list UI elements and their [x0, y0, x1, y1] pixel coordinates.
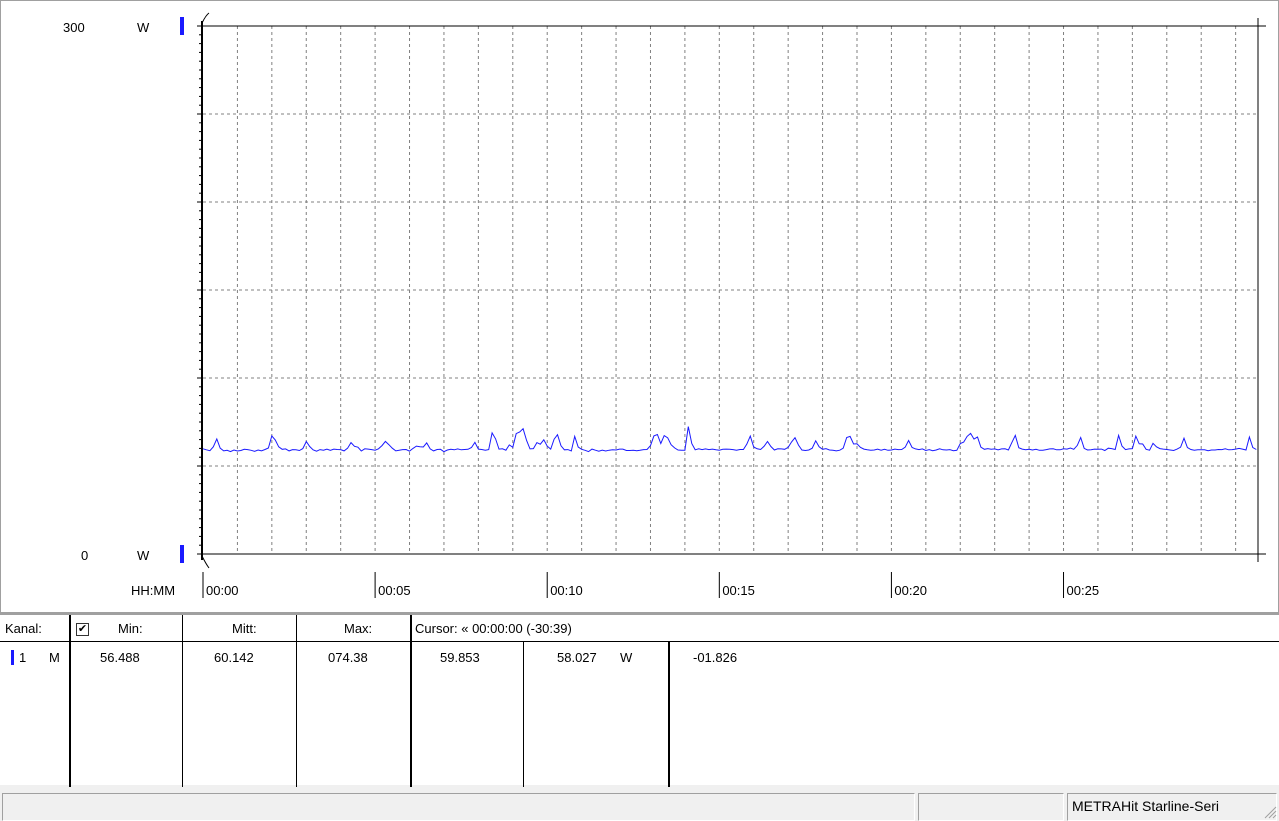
- y-axis-top-curl: [201, 12, 210, 24]
- chart-grid: [203, 26, 1258, 554]
- col-divider: [296, 615, 297, 787]
- resize-grip-icon[interactable]: [1263, 805, 1277, 819]
- channel-color-marker: [11, 650, 14, 665]
- statistics-table: Kanal: ✔ Min: Mitt: Max: Cursor: « 00:00…: [0, 613, 1279, 787]
- col-divider: [69, 615, 71, 787]
- row-cursor-b-value: 58.027: [557, 650, 597, 665]
- status-bar: METRAHit Starline-Seri: [0, 793, 1279, 821]
- chart-area[interactable]: 300 W 0 W HH:MM 00:00 00:05 00:10 00:15 00:2…: [0, 0, 1279, 613]
- col-divider: [182, 615, 183, 787]
- status-panel-main: [2, 793, 915, 821]
- col-divider: [410, 615, 412, 787]
- row-channel[interactable]: 1: [19, 650, 26, 665]
- col-divider: [668, 642, 670, 787]
- device-name: METRAHit Starline-Seri: [1072, 798, 1220, 814]
- y-min-channel-marker[interactable]: [180, 545, 184, 563]
- x-tick-label: 00:15: [722, 583, 755, 598]
- chart-axes: [197, 12, 1266, 598]
- col-divider: [523, 642, 524, 787]
- chart-labels: 300 W 0 W HH:MM 00:00 00:05 00:10 00:15 00:2…: [63, 17, 1099, 598]
- y-max-label: 300: [63, 20, 85, 35]
- power-chart[interactable]: 300 W 0 W HH:MM 00:00 00:05 00:10 00:15 00:2…: [1, 1, 1279, 614]
- row-mitt-value: 60.142: [214, 650, 254, 665]
- row-delta-value: -01.826: [693, 650, 738, 665]
- y-min-unit: W: [137, 548, 150, 563]
- y-axis-bottom-curl: [201, 555, 210, 569]
- y-min-label: 0: [81, 548, 88, 563]
- x-tick-label: 00:10: [550, 583, 583, 598]
- row-max-value: 074.38: [328, 650, 368, 665]
- row-min-value: 56.488: [100, 650, 140, 665]
- row-mode: M: [49, 650, 60, 665]
- x-tick-label: 00:25: [1067, 583, 1100, 598]
- table-header-row: Kanal: ✔ Min: Mitt: Max: Cursor: « 00:00…: [0, 615, 1279, 642]
- header-kanal: Kanal:: [5, 621, 42, 636]
- x-axis-label: HH:MM: [131, 583, 175, 598]
- x-tick-label: 00:05: [378, 583, 411, 598]
- header-mitt: Mitt:: [232, 621, 257, 636]
- header-max: Max:: [344, 621, 373, 636]
- status-panel-middle: [918, 793, 1064, 821]
- y-max-channel-marker[interactable]: [180, 17, 184, 35]
- y-max-unit: W: [137, 20, 150, 35]
- row-cursor-a-value: 59.853: [440, 650, 480, 665]
- x-tick-label: 00:00: [206, 583, 239, 598]
- row-unit: W: [620, 650, 633, 665]
- header-min: Min:: [118, 621, 143, 636]
- header-cursor[interactable]: Cursor: « 00:00:00 (-30:39): [415, 621, 572, 636]
- x-tick-label: 00:20: [894, 583, 927, 598]
- channel-checkbox[interactable]: ✔: [76, 623, 89, 636]
